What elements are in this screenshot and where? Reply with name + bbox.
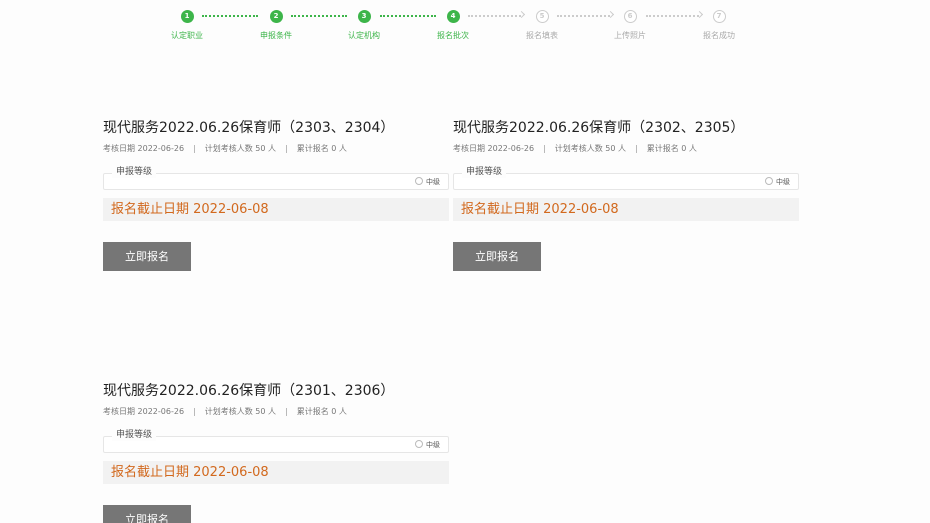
- radio-icon[interactable]: [415, 177, 423, 185]
- level-option-label: 中级: [776, 178, 790, 186]
- step-1-number: 1: [180, 10, 194, 23]
- step-5-label: 报名填表: [526, 31, 558, 40]
- meta-separator: |: [193, 144, 196, 153]
- apply-button[interactable]: 立即报名: [103, 242, 191, 271]
- step-4-label: 报名批次: [437, 31, 469, 40]
- step-2-number: 2: [269, 10, 283, 23]
- step-7: 7 报名成功: [679, 10, 759, 41]
- batch-title: 现代服务2022.06.26保育师（2302、2305）: [453, 120, 745, 136]
- deadline-banner: 报名截止日期 2022-06-08: [103, 198, 449, 221]
- level-option-intermediate[interactable]: 中级: [415, 177, 440, 187]
- step-7-number: 7: [712, 10, 726, 23]
- step-6-label: 上传照片: [614, 31, 646, 40]
- registered-count: 累计报名 0 人: [646, 144, 697, 153]
- batch-meta: 考核日期 2022-06-26 | 计划考核人数 50 人 | 累计报名 0 人: [103, 143, 449, 155]
- batch-title: 现代服务2022.06.26保育师（2301、2306）: [103, 383, 395, 399]
- deadline-banner: 报名截止日期 2022-06-08: [103, 461, 449, 484]
- level-option-intermediate[interactable]: 中级: [765, 177, 790, 187]
- batch-card-3: 现代服务2022.06.26保育师（2301、2306） 考核日期 2022-0…: [103, 381, 449, 523]
- level-legend: 申报等级: [112, 166, 157, 178]
- level-fieldset: 申报等级 中级: [103, 429, 449, 453]
- deadline-banner: 报名截止日期 2022-06-08: [453, 198, 799, 221]
- step-5-number: 5: [535, 10, 549, 23]
- level-option-label: 中级: [426, 441, 440, 449]
- batch-meta: 考核日期 2022-06-26 | 计划考核人数 50 人 | 累计报名 0 人: [103, 406, 449, 418]
- level-fieldset: 申报等级 中级: [103, 166, 449, 190]
- batch-card-1: 现代服务2022.06.26保育师（2303、2304） 考核日期 2022-0…: [103, 118, 449, 271]
- meta-separator: |: [635, 144, 638, 153]
- registered-count: 累计报名 0 人: [296, 144, 347, 153]
- step-3-number: 3: [357, 10, 371, 23]
- level-legend: 申报等级: [112, 429, 157, 441]
- step-2-label: 申报条件: [260, 31, 292, 40]
- exam-date: 考核日期 2022-06-26: [103, 407, 185, 416]
- step-1-label: 认定职业: [171, 31, 203, 40]
- level-option-label: 中级: [426, 178, 440, 186]
- step-7-label: 报名成功: [703, 31, 735, 40]
- radio-icon[interactable]: [765, 177, 773, 185]
- batch-meta: 考核日期 2022-06-26 | 计划考核人数 50 人 | 累计报名 0 人: [453, 143, 799, 155]
- batch-card-2: 现代服务2022.06.26保育师（2302、2305） 考核日期 2022-0…: [453, 118, 799, 271]
- level-legend: 申报等级: [462, 166, 507, 178]
- level-fieldset: 申报等级 中级: [453, 166, 799, 190]
- exam-date: 考核日期 2022-06-26: [103, 144, 185, 153]
- planned-count: 计划考核人数 50 人: [554, 144, 627, 153]
- radio-icon[interactable]: [415, 440, 423, 448]
- progress-stepper: 1 认定职业 2 申报条件 3 认定机构 4 报名批次 5 报名填表 6 上传照…: [0, 0, 930, 50]
- step-3-label: 认定机构: [348, 31, 380, 40]
- meta-separator: |: [193, 407, 196, 416]
- exam-date: 考核日期 2022-06-26: [453, 144, 535, 153]
- apply-button[interactable]: 立即报名: [453, 242, 541, 271]
- level-option-intermediate[interactable]: 中级: [415, 440, 440, 450]
- registered-count: 累计报名 0 人: [296, 407, 347, 416]
- planned-count: 计划考核人数 50 人: [204, 144, 277, 153]
- meta-separator: |: [285, 144, 288, 153]
- step-6-number: 6: [623, 10, 637, 23]
- apply-button[interactable]: 立即报名: [103, 505, 191, 523]
- meta-separator: |: [285, 407, 288, 416]
- batch-title: 现代服务2022.06.26保育师（2303、2304）: [103, 120, 395, 136]
- step-4-number: 4: [446, 10, 460, 23]
- planned-count: 计划考核人数 50 人: [204, 407, 277, 416]
- meta-separator: |: [543, 144, 546, 153]
